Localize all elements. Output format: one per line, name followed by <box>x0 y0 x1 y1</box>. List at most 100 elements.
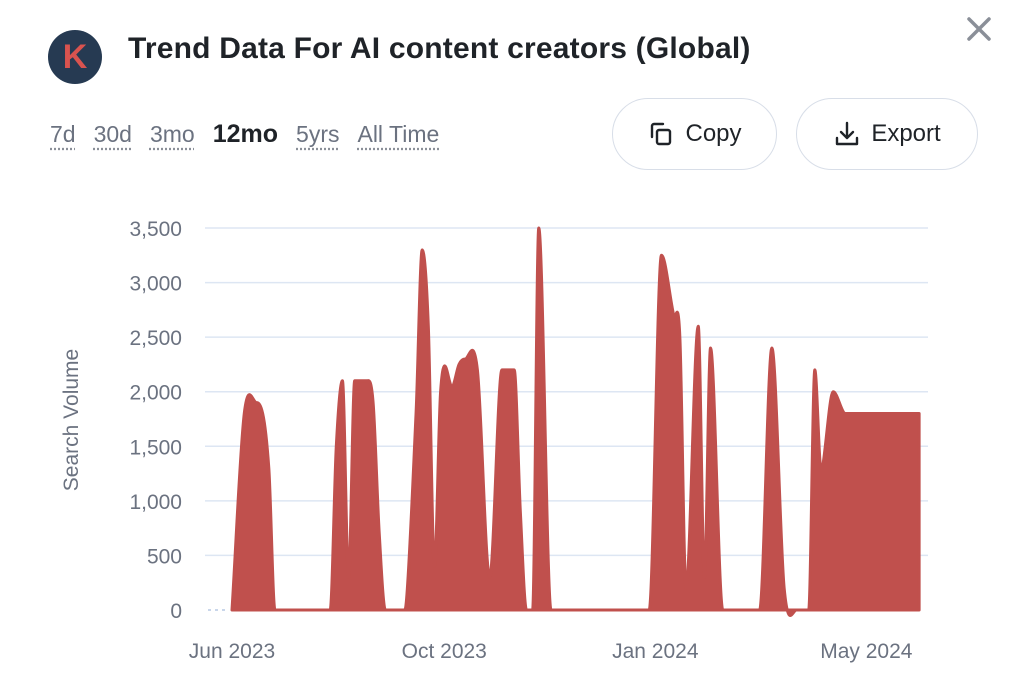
data-point <box>487 574 493 580</box>
data-point <box>757 607 763 613</box>
export-label: Export <box>871 120 941 147</box>
y-tick-label: 0 <box>170 600 182 623</box>
data-point <box>254 400 260 406</box>
y-axis: 0 500 1,000 1,500 2,000 2,500 3,000 3,500 <box>129 218 182 623</box>
data-point <box>622 607 628 613</box>
data-point <box>732 607 738 613</box>
data-point <box>769 345 775 351</box>
series-area-path <box>230 226 921 617</box>
data-point <box>401 607 407 613</box>
x-axis: Jun 2023 Oct 2023 Jan 2024 May 2024 <box>189 640 913 663</box>
data-point <box>554 607 560 613</box>
range-3mo[interactable]: 3mo <box>150 121 195 148</box>
range-5yrs[interactable]: 5yrs <box>296 121 339 148</box>
range-7d[interactable]: 7d <box>50 121 76 148</box>
data-point <box>548 607 554 613</box>
y-tick-label: 1,500 <box>129 436 182 459</box>
range-30d[interactable]: 30d <box>94 121 132 148</box>
data-point <box>438 389 444 395</box>
close-button[interactable] <box>962 12 996 46</box>
data-point <box>634 607 640 613</box>
data-point <box>695 323 701 329</box>
y-axis-label: Search Volume <box>60 349 83 491</box>
data-point <box>530 607 536 613</box>
data-point <box>867 411 873 417</box>
data-point <box>843 411 849 417</box>
data-point <box>879 411 885 417</box>
y-tick-label: 1,000 <box>129 491 182 514</box>
range-all-time[interactable]: All Time <box>357 121 439 148</box>
data-point <box>793 607 799 613</box>
data-point <box>536 225 542 231</box>
data-point <box>456 361 462 367</box>
x-tick-label: Jun 2023 <box>189 640 275 663</box>
data-point <box>861 411 867 417</box>
data-point <box>609 607 615 613</box>
data-point <box>579 607 585 613</box>
y-tick-label: 2,500 <box>129 327 182 350</box>
download-icon <box>836 121 859 146</box>
x-tick-label: May 2024 <box>820 640 913 663</box>
data-point <box>327 607 333 613</box>
trend-chart: 0 500 1,000 1,500 2,000 2,500 3,000 3,500 Searc… <box>60 218 928 663</box>
data-point <box>646 607 652 613</box>
data-point <box>517 509 523 515</box>
data-point <box>462 356 468 362</box>
data-point <box>229 607 235 613</box>
page-title: Trend Data For AI content creators (Glob… <box>128 32 751 65</box>
data-point <box>726 607 732 613</box>
data-point <box>278 607 284 613</box>
data-point <box>585 607 591 613</box>
data-point <box>916 411 922 417</box>
data-point <box>560 607 566 613</box>
data-point <box>591 607 597 613</box>
data-point <box>370 400 376 406</box>
data-point <box>352 378 358 384</box>
data-point <box>683 585 689 591</box>
data-point <box>573 607 579 613</box>
y-tick-label: 3,500 <box>129 218 182 241</box>
data-point <box>303 607 309 613</box>
copy-icon <box>651 122 672 146</box>
data-point <box>474 367 480 373</box>
data-point <box>781 585 787 591</box>
data-point <box>413 411 419 417</box>
copy-button[interactable]: Copy <box>612 98 777 170</box>
data-point <box>333 443 339 449</box>
data-point <box>290 607 296 613</box>
data-point <box>511 367 517 373</box>
app-logo: K <box>48 30 102 84</box>
data-point <box>720 607 726 613</box>
copy-label: Copy <box>685 120 742 147</box>
data-point <box>266 465 272 471</box>
data-point <box>597 607 603 613</box>
data-point <box>339 378 345 384</box>
data-point <box>701 574 707 580</box>
data-point <box>364 378 370 384</box>
data-point <box>499 367 505 373</box>
x-tick-label: Oct 2023 <box>402 640 487 663</box>
data-point <box>744 607 750 613</box>
export-button[interactable]: Export <box>796 98 978 170</box>
data-point <box>855 411 861 417</box>
data-point <box>812 367 818 373</box>
logo-letter: K <box>62 38 88 76</box>
close-icon <box>967 17 991 41</box>
range-12mo[interactable]: 12mo <box>213 120 278 149</box>
x-tick-label: Jan 2024 <box>612 640 699 663</box>
data-point <box>431 563 437 569</box>
data-point <box>389 607 395 613</box>
data-point <box>750 607 756 613</box>
data-point <box>425 323 431 329</box>
data-point <box>419 247 425 253</box>
data-point <box>818 465 824 471</box>
series-area <box>229 225 922 617</box>
data-point <box>910 411 916 417</box>
data-point <box>658 252 664 258</box>
data-point <box>241 411 247 417</box>
data-point <box>806 607 812 613</box>
data-point <box>904 411 910 417</box>
data-point <box>830 389 836 395</box>
data-point <box>315 607 321 613</box>
data-point <box>671 312 677 318</box>
